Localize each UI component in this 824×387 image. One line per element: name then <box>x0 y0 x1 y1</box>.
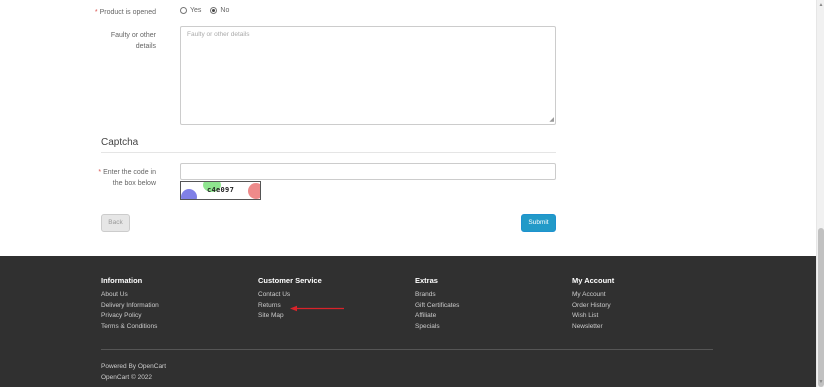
footer-link-wish-list[interactable]: Wish List <box>572 311 614 322</box>
product-opened-radio-group: Yes No <box>180 7 235 14</box>
footer-link-order-history[interactable]: Order History <box>572 301 614 312</box>
faulty-details-textarea[interactable]: Faulty or other details ◢ <box>180 26 556 125</box>
captcha-code-text: c4e097 <box>207 186 235 194</box>
faulty-details-placeholder: Faulty or other details <box>187 31 250 38</box>
footer-link-my-account[interactable]: My Account <box>572 290 614 301</box>
footer-link-delivery-information[interactable]: Delivery Information <box>101 301 159 312</box>
return-form: * Product is opened Yes No Faulty or othe… <box>0 0 816 256</box>
footer-col-information: Information About Us Delivery Informatio… <box>101 276 159 332</box>
footer-link-about-us[interactable]: About Us <box>101 290 159 301</box>
footer-col-extras: Extras Brands Gift Certificates Affiliat… <box>415 276 459 332</box>
captcha-image: c4e097 <box>180 181 261 200</box>
footer-powered: Powered By OpenCart OpenCart © 2022 <box>101 362 166 383</box>
captcha-legend: Captcha <box>101 137 139 148</box>
copyright-text: OpenCart © 2022 <box>101 373 153 381</box>
powered-by-text[interactable]: Powered By OpenCart <box>101 362 166 373</box>
footer-heading-information: Information <box>101 276 143 285</box>
faulty-label-line2: details <box>135 43 156 50</box>
captcha-input[interactable] <box>180 163 556 180</box>
footer-link-contact-us[interactable]: Contact Us <box>258 290 322 301</box>
footer-heading-extras: Extras <box>415 276 438 285</box>
captcha-noise-blue <box>181 189 197 199</box>
footer-link-affiliate[interactable]: Affiliate <box>415 311 459 322</box>
submit-button[interactable]: Submit <box>521 214 556 232</box>
footer-col-my-account: My Account My Account Order History Wish… <box>572 276 614 332</box>
captcha-label-line1: Enter the code in <box>103 169 156 176</box>
footer-link-newsletter[interactable]: Newsletter <box>572 322 614 333</box>
footer-divider <box>101 349 713 350</box>
captcha-label: * Enter the code in the box below <box>98 167 156 189</box>
radio-no[interactable] <box>210 7 218 14</box>
scroll-up-arrow-icon[interactable]: ▲ <box>818 2 824 8</box>
footer-link-privacy-policy[interactable]: Privacy Policy <box>101 311 159 322</box>
faulty-details-label: Faulty or other details <box>111 30 156 52</box>
legend-divider <box>101 152 556 153</box>
footer-heading-my-account: My Account <box>572 276 615 285</box>
footer-link-brands[interactable]: Brands <box>415 290 459 301</box>
captcha-label-line2: the box below <box>112 180 156 187</box>
footer-link-returns[interactable]: Returns <box>258 301 322 312</box>
captcha-noise-red <box>248 183 260 199</box>
product-opened-label-text: Product is opened <box>99 9 156 16</box>
scroll-down-arrow-icon[interactable]: ▼ <box>818 379 824 385</box>
faulty-label-line1: Faulty or other <box>110 32 156 39</box>
footer-heading-customer-service: Customer Service <box>258 276 322 285</box>
required-marker: * <box>94 9 98 16</box>
page-scrollbar[interactable]: ▲ ▼ <box>816 0 824 387</box>
back-button[interactable]: Back <box>101 214 130 232</box>
radio-yes[interactable] <box>180 7 187 14</box>
footer-link-terms[interactable]: Terms & Conditions <box>101 322 159 333</box>
scroll-thumb[interactable] <box>818 228 824 387</box>
radio-no-label[interactable]: No <box>220 7 229 14</box>
required-marker: * <box>98 169 102 176</box>
footer-link-gift-certificates[interactable]: Gift Certificates <box>415 301 459 312</box>
resize-grip-icon[interactable]: ◢ <box>549 117 554 123</box>
radio-yes-label[interactable]: Yes <box>190 7 201 14</box>
site-footer: Information About Us Delivery Informatio… <box>0 256 816 387</box>
footer-link-specials[interactable]: Specials <box>415 322 459 333</box>
footer-link-site-map[interactable]: Site Map <box>258 311 322 322</box>
footer-col-customer-service: Customer Service Contact Us Returns Site… <box>258 276 322 322</box>
product-opened-label: * Product is opened <box>95 7 156 18</box>
